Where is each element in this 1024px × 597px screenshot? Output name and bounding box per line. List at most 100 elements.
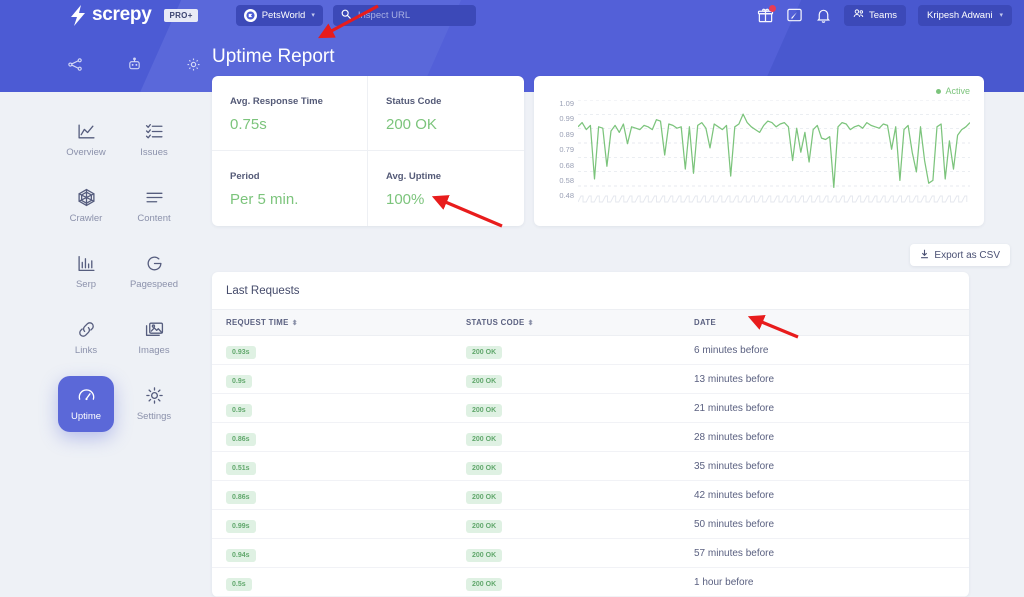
- sidebar-item-label: Settings: [136, 411, 172, 422]
- stats-card: Avg. Response Time 0.75s Status Code 200…: [212, 76, 524, 226]
- feedback-icon[interactable]: [786, 7, 803, 24]
- link-icon: [77, 320, 96, 339]
- table-row[interactable]: 0.86s 200 OK 28 minutes before: [212, 422, 969, 452]
- column-header-status-code[interactable]: STATUS CODE ⬍: [452, 309, 680, 336]
- stat-avg-uptime: Avg. Uptime 100%: [368, 151, 524, 226]
- cell-request-time: 0.9s: [212, 364, 452, 394]
- stat-label: Status Code: [386, 96, 442, 107]
- sitemap-icon[interactable]: [68, 57, 83, 72]
- chart-line-series: [577, 99, 971, 203]
- sidebar-item-links[interactable]: Links: [58, 310, 114, 366]
- sidebar-item-label: Content: [137, 213, 171, 224]
- status-code-badge: 200 OK: [466, 346, 503, 359]
- download-icon: [920, 249, 929, 262]
- teams-label: Teams: [869, 9, 897, 21]
- site-selector[interactable]: PetsWorld ▾: [235, 4, 323, 26]
- request-time-badge: 0.51s: [226, 462, 256, 475]
- request-time-badge: 0.86s: [226, 491, 256, 504]
- cell-request-time: 0.99s: [212, 509, 452, 539]
- stat-label: Period: [230, 171, 260, 182]
- status-code-badge: 200 OK: [466, 549, 503, 562]
- sidebar-item-crawler[interactable]: Crawler: [58, 178, 114, 234]
- pro-badge: PRO+: [164, 8, 198, 22]
- gear-icon[interactable]: [186, 57, 201, 72]
- sidebar-item-label: Issues: [140, 147, 168, 158]
- teams-button[interactable]: Teams: [844, 4, 906, 26]
- sort-icon: ⬍: [527, 320, 534, 327]
- chart-line-icon: [77, 122, 96, 141]
- brand-name: screpy: [92, 4, 152, 25]
- sub-nav-icons: [68, 57, 201, 72]
- cell-status-code: 200 OK: [452, 480, 680, 510]
- top-navbar: screpy PRO+ PetsWorld ▾ Inspect URL Team…: [0, 0, 1024, 30]
- stat-value: 0.75s: [230, 116, 267, 133]
- sidebar-item-label: Images: [138, 345, 170, 356]
- status-code-badge: 200 OK: [466, 491, 503, 504]
- request-time-badge: 0.93s: [226, 346, 256, 359]
- y-tick-label: 0.58: [559, 176, 574, 186]
- table-row[interactable]: 0.93s 200 OK 6 minutes before: [212, 335, 969, 365]
- sidebar-item-label: Overview: [66, 147, 106, 158]
- y-tick-label: 1.09: [559, 99, 574, 108]
- bell-icon[interactable]: [815, 7, 832, 24]
- cell-status-code: 200 OK: [452, 335, 680, 365]
- legend-dot-icon: [936, 88, 942, 94]
- cell-date: 21 minutes before: [680, 393, 969, 423]
- cell-date: 13 minutes before: [680, 364, 969, 394]
- user-menu[interactable]: Kripesh Adwani ▾: [918, 4, 1012, 26]
- stat-period: Period Per 5 min.: [212, 151, 368, 226]
- inspect-url-input[interactable]: Inspect URL: [332, 4, 476, 26]
- notification-dot: [769, 4, 777, 12]
- sidebar-item-content[interactable]: Content: [126, 178, 182, 234]
- uptime-chart-card: Active 1.09 0.99 0.89 0.79 0.68 0.58 0.48: [534, 76, 984, 226]
- sidebar-item-images[interactable]: Images: [126, 310, 182, 366]
- table-row[interactable]: 0.99s 200 OK 50 minutes before: [212, 509, 969, 539]
- stat-value: Per 5 min.: [230, 191, 299, 208]
- cell-request-time: 0.86s: [212, 480, 452, 510]
- spider-web-icon: [77, 188, 96, 207]
- table-row[interactable]: 0.51s 200 OK 35 minutes before: [212, 451, 969, 481]
- sidebar-item-issues[interactable]: Issues: [126, 112, 182, 168]
- robot-icon[interactable]: [127, 57, 142, 72]
- request-time-badge: 0.86s: [226, 433, 256, 446]
- stat-avg-response-time: Avg. Response Time 0.75s: [212, 76, 368, 151]
- table-title: Last Requests: [226, 285, 300, 297]
- table-body: 0.93s 200 OK 6 minutes before 0.9s 200 OK 13 …: [212, 335, 969, 597]
- stat-value: 200 OK: [386, 116, 437, 133]
- export-csv-button[interactable]: Export as CSV: [910, 244, 1010, 266]
- cell-date: 50 minutes before: [680, 509, 969, 539]
- column-label: DATE: [694, 318, 717, 327]
- column-header-date[interactable]: DATE: [680, 309, 969, 336]
- cell-request-time: 0.93s: [212, 335, 452, 365]
- sidebar-item-label: Links: [74, 345, 98, 356]
- sidebar-item-uptime[interactable]: Uptime: [58, 376, 114, 432]
- column-header-request-time[interactable]: REQUEST TIME ⬍: [212, 309, 452, 336]
- sidebar-item-serp[interactable]: Serp: [58, 244, 114, 300]
- cell-status-code: 200 OK: [452, 538, 680, 568]
- cell-status-code: 200 OK: [452, 393, 680, 423]
- brand-logo[interactable]: screpy PRO+: [70, 4, 198, 26]
- chevron-down-icon: ▾: [999, 12, 1003, 19]
- speedometer-icon: [77, 386, 96, 405]
- sidebar-item-pagespeed[interactable]: Pagespeed: [126, 244, 182, 300]
- sidebar-item-settings[interactable]: Settings: [126, 376, 182, 432]
- table-row[interactable]: 0.94s 200 OK 57 minutes before: [212, 538, 969, 568]
- status-code-badge: 200 OK: [466, 404, 503, 417]
- cell-date: 6 minutes before: [680, 335, 969, 365]
- status-code-badge: 200 OK: [466, 578, 503, 591]
- cell-status-code: 200 OK: [452, 509, 680, 539]
- table-row[interactable]: 0.5s 200 OK 1 hour before: [212, 567, 969, 597]
- gift-icon[interactable]: [757, 4, 777, 24]
- table-row[interactable]: 0.86s 200 OK 42 minutes before: [212, 480, 969, 510]
- y-tick-label: 0.79: [559, 145, 574, 155]
- google-g-icon: [145, 254, 164, 273]
- chart-legend: Active: [936, 86, 970, 96]
- cell-status-code: 200 OK: [452, 364, 680, 394]
- status-code-badge: 200 OK: [466, 375, 503, 388]
- sidebar-item-overview[interactable]: Overview: [58, 112, 114, 168]
- table-row[interactable]: 0.9s 200 OK 21 minutes before: [212, 393, 969, 423]
- sidebar-items: Overview Issues Crawler Content Serp Pagespee…: [52, 112, 188, 442]
- sidebar-item-label: Uptime: [70, 411, 102, 422]
- last-requests-table: REQUEST TIME ⬍ STATUS CODE ⬍ DATE 0.93s 200…: [212, 309, 969, 597]
- table-row[interactable]: 0.9s 200 OK 13 minutes before: [212, 364, 969, 394]
